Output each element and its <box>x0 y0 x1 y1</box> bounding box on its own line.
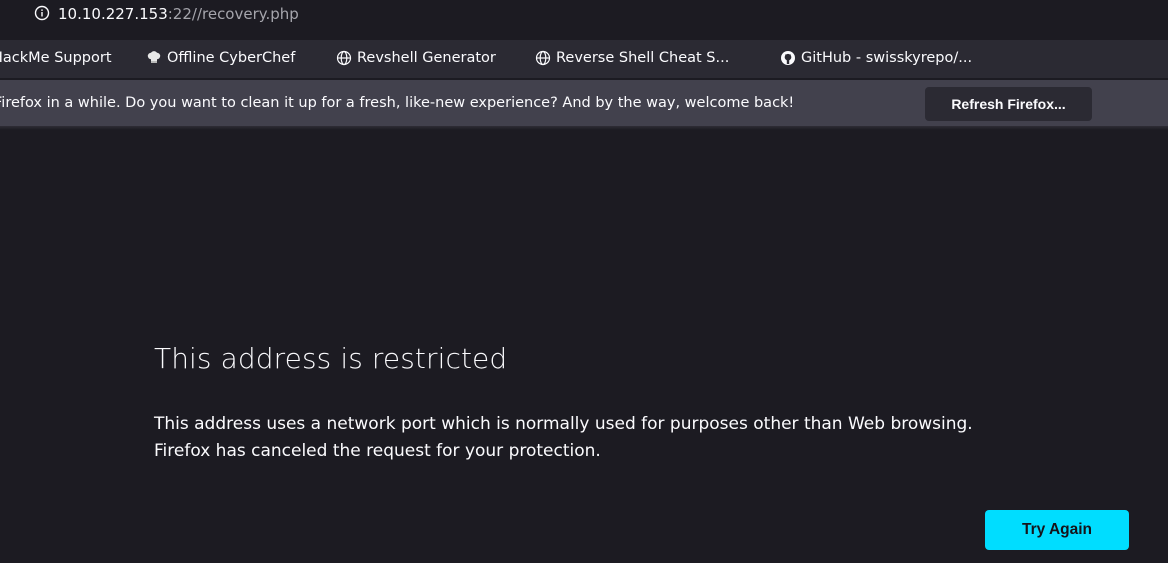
bookmark-label: HackMe Support <box>0 50 112 66</box>
bookmark-label: Offline CyberChef <box>167 50 296 66</box>
bookmark-hackme-support[interactable]: HackMe Support <box>0 48 112 68</box>
bookmark-reverse-shell-cheat-sheet[interactable]: Reverse Shell Cheat S... <box>535 48 729 68</box>
globe-icon <box>336 50 352 66</box>
refresh-firefox-button[interactable]: Refresh Firefox... <box>925 87 1092 121</box>
url-bar[interactable]: 10.10.227.153:22//recovery.php <box>0 0 1168 32</box>
notification-message: Firefox in a while. Do you want to clean… <box>0 95 795 111</box>
chef-hat-icon <box>146 50 162 66</box>
bookmark-github-swisskyrepo[interactable]: GitHub - swisskyrepo/... <box>780 48 972 68</box>
bookmark-label: GitHub - swisskyrepo/... <box>801 50 973 66</box>
error-description-line: This address uses a network port which i… <box>154 414 973 434</box>
url-host: 10.10.227.153 <box>58 5 168 23</box>
error-title: This address is restricted <box>154 342 508 375</box>
notification-divider <box>0 126 1168 130</box>
bookmark-label: Reverse Shell Cheat S... <box>556 50 730 66</box>
bookmarks-toolbar: HackMe Support Offline CyberChef Revshel… <box>0 40 1168 78</box>
globe-icon <box>535 50 551 66</box>
error-description: This address uses a network port which i… <box>154 411 1114 465</box>
github-icon <box>780 50 796 66</box>
bookmark-revshell-generator[interactable]: Revshell Generator <box>336 48 496 68</box>
url-text[interactable]: 10.10.227.153:22//recovery.php <box>58 4 299 24</box>
try-again-button[interactable]: Try Again <box>985 510 1129 550</box>
bookmark-label: Revshell Generator <box>357 50 496 66</box>
error-description-line: Firefox has canceled the request for you… <box>154 441 601 461</box>
info-icon[interactable] <box>34 5 50 21</box>
url-path: :22//recovery.php <box>167 5 299 23</box>
bookmark-offline-cyberchef[interactable]: Offline CyberChef <box>146 48 295 68</box>
